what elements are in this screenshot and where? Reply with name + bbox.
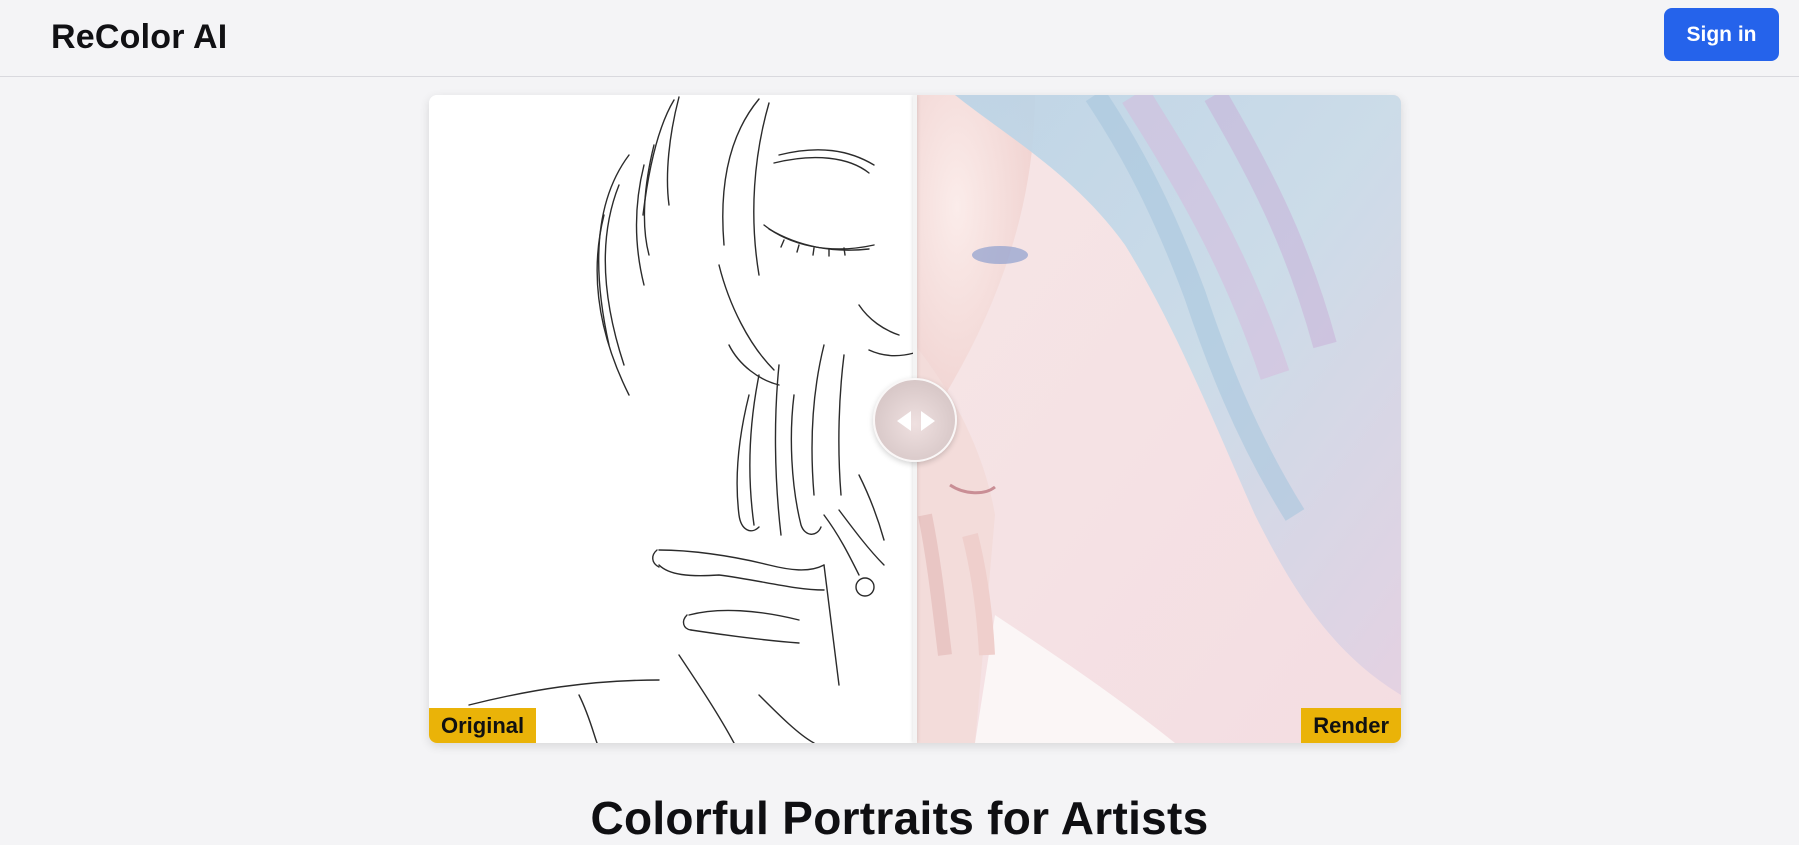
colored-render-image — [915, 95, 1401, 743]
render-label-badge: Render — [1301, 708, 1401, 743]
brand-logo-text[interactable]: ReColor AI — [51, 18, 227, 57]
hero-headline: Colorful Portraits for Artists — [590, 792, 1209, 844]
original-sketch-image — [429, 95, 915, 743]
arrow-right-icon — [921, 411, 935, 431]
sketch-drawing — [468, 96, 915, 743]
sign-in-button[interactable]: Sign in — [1664, 8, 1779, 61]
arrow-left-icon — [897, 411, 911, 431]
original-label-badge: Original — [429, 708, 537, 743]
render-painting — [915, 95, 1401, 743]
slider-handle[interactable] — [873, 378, 957, 462]
before-after-comparison[interactable]: Original Render — [429, 95, 1401, 743]
top-navigation-bar: ReColor AI Sign in — [0, 0, 1799, 77]
